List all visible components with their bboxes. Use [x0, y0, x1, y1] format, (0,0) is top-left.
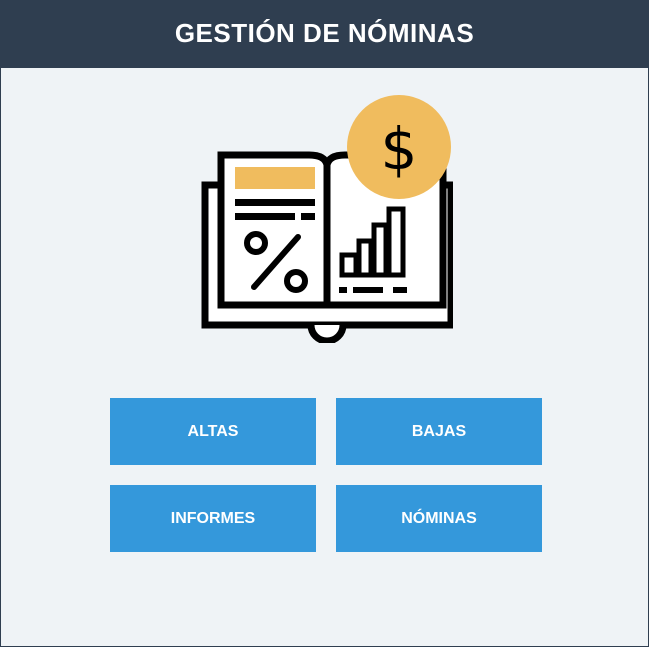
svg-text:$: $ — [381, 115, 418, 183]
bajas-button[interactable]: BAJAS — [336, 398, 542, 465]
dollar-coin-icon: $ — [347, 95, 451, 199]
header-bar: GESTIÓN DE NÓMINAS — [1, 1, 648, 68]
payroll-book-icon: $ — [201, 95, 453, 343]
altas-button[interactable]: ALTAS — [110, 398, 316, 465]
informes-button[interactable]: INFORMES — [110, 485, 316, 552]
nominas-button[interactable]: NÓMINAS — [336, 485, 542, 552]
page-title: GESTIÓN DE NÓMINAS — [174, 18, 475, 48]
app-window: GESTIÓN DE NÓMINAS $ ALTAS BAJAS INFORME… — [0, 0, 649, 647]
